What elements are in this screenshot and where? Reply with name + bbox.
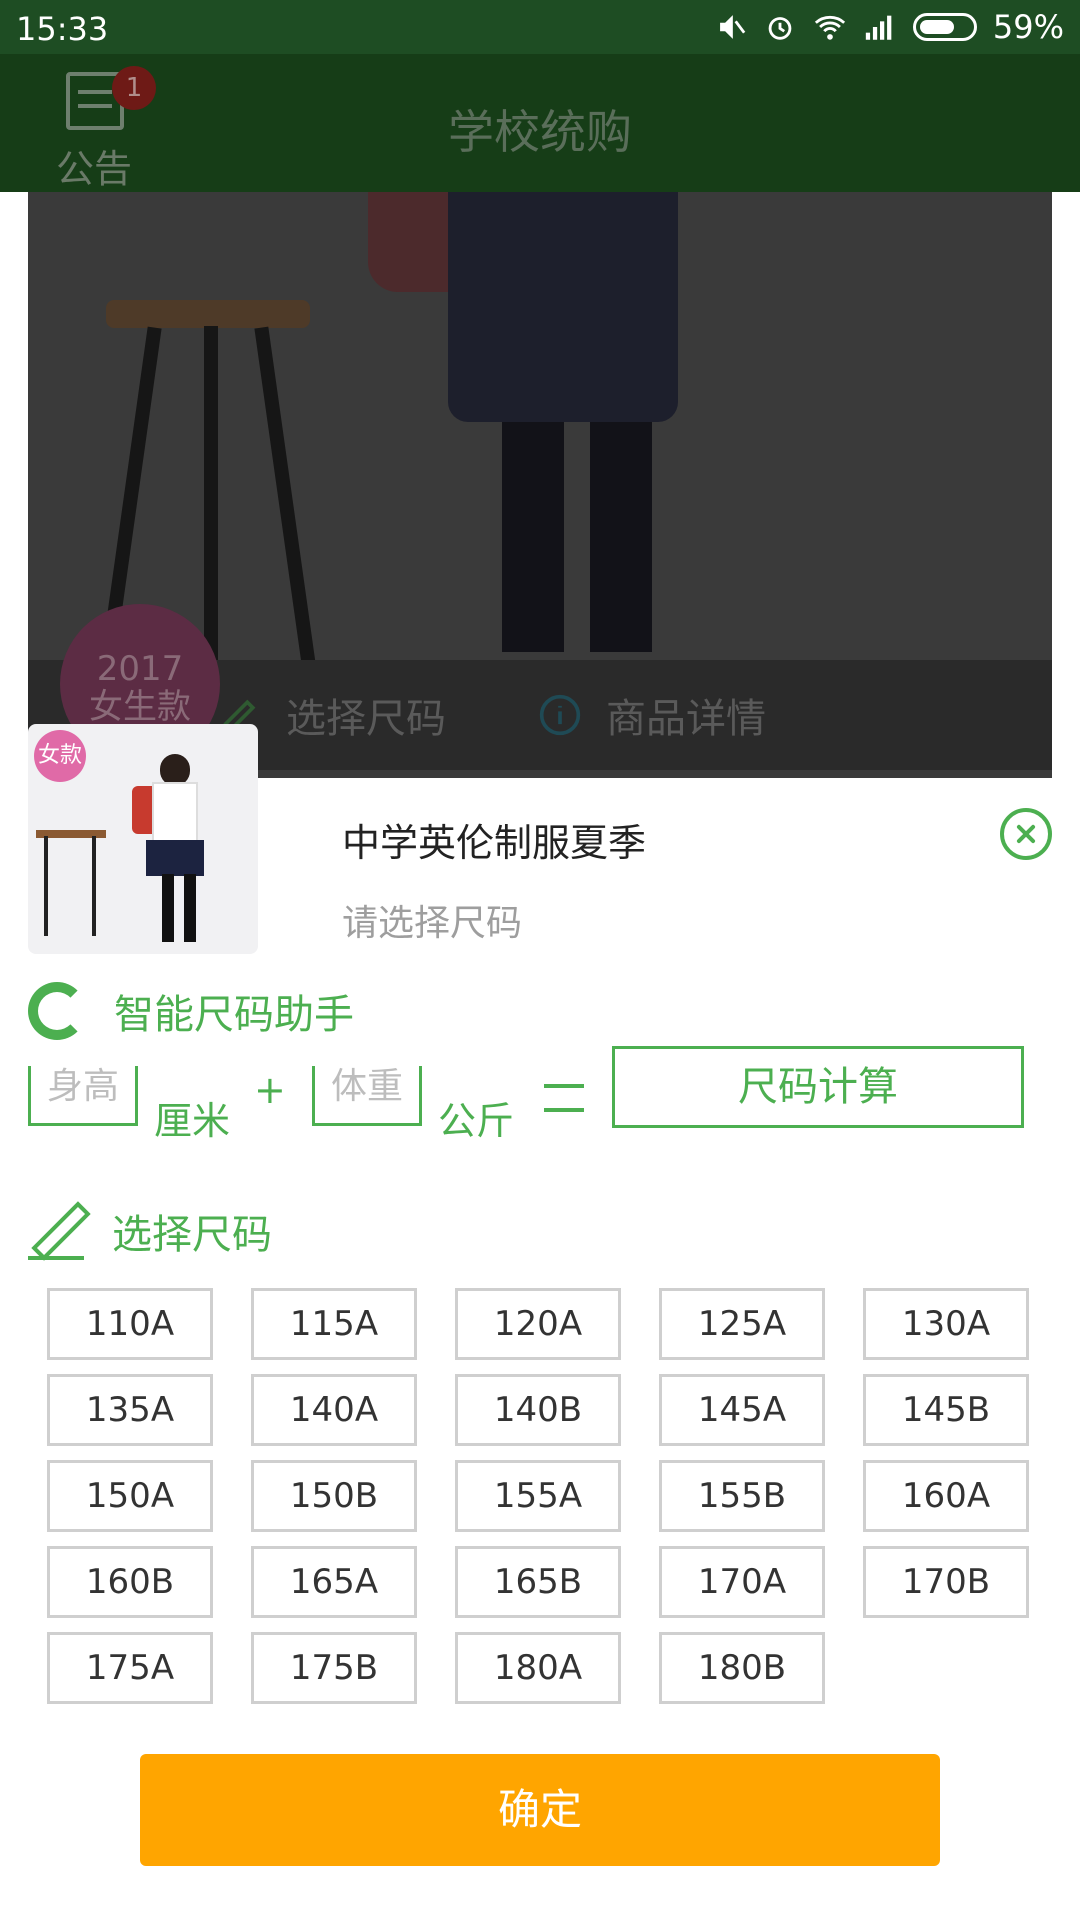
plus-sign: + (254, 1068, 286, 1112)
skirt (448, 192, 678, 422)
size-option-button[interactable]: 145B (863, 1374, 1029, 1446)
stool-leg (254, 326, 316, 666)
size-option-button[interactable]: 170B (863, 1546, 1029, 1618)
size-option-button[interactable]: 180B (659, 1632, 825, 1704)
select-size-title: 选择尺码 (112, 1212, 272, 1258)
product-subtitle: 请选择尺码 (342, 903, 523, 944)
signal-icon (865, 15, 892, 40)
size-option-button[interactable]: 160B (47, 1546, 213, 1618)
page-title: 学校统购 (448, 105, 632, 159)
size-option-button[interactable]: 130A (863, 1288, 1029, 1360)
size-option-button[interactable]: 150B (251, 1460, 417, 1532)
leg (590, 422, 652, 652)
stool-seat (106, 300, 310, 328)
size-option-button[interactable]: 180A (455, 1632, 621, 1704)
weight-unit: 公斤 (438, 1099, 515, 1143)
thumb-girl-leg (162, 874, 174, 942)
size-option-button[interactable]: 140B (455, 1374, 621, 1446)
size-option-button[interactable]: 120A (455, 1288, 621, 1360)
select-size-header: 选择尺码 (28, 1201, 272, 1261)
status-icons: 59% (713, 8, 1064, 46)
size-assistant-title: 智能尺码助手 (114, 992, 354, 1038)
app-bar: 1 公告 学校统购 (0, 54, 1080, 192)
ruler-icon (28, 1201, 91, 1261)
status-bar: 15:33 59% (0, 0, 1080, 54)
size-options-grid: 110A 115A 120A 125A 130A 135A 140A 140B 145A 145B… (47, 1288, 1037, 1704)
size-option-button[interactable]: 110A (47, 1288, 213, 1360)
size-option-button[interactable]: 165B (455, 1546, 621, 1618)
size-calculate-button[interactable]: 尺码计算 (612, 1046, 1024, 1128)
size-option-button[interactable]: 155B (659, 1460, 825, 1532)
weight-input[interactable] (315, 1066, 419, 1107)
product-thumbnail: 女款 (28, 724, 258, 954)
wifi-icon (814, 15, 845, 40)
thumb-girl-leg (184, 874, 196, 942)
size-option-button[interactable]: 175B (251, 1632, 417, 1704)
battery-icon (912, 13, 977, 41)
hero-details[interactable]: 商品详情 (538, 686, 766, 744)
leg (502, 422, 564, 652)
size-calculator: 厘米 + 公斤 尺码计算 (28, 1046, 1052, 1162)
product-title: 中学英伦制服夏季 (342, 821, 647, 865)
size-option-button[interactable]: 115A (251, 1288, 417, 1360)
thumb-girl-shirt (152, 782, 198, 842)
height-field-box (28, 1066, 138, 1126)
close-icon[interactable] (1000, 808, 1052, 860)
hero-select-size-label: 选择尺码 (286, 696, 446, 742)
size-option-button[interactable]: 155A (455, 1460, 621, 1532)
size-option-button[interactable]: 175A (47, 1632, 213, 1704)
status-time: 15:33 (16, 10, 109, 48)
size-assistant-header: 智能尺码助手 (28, 982, 354, 1040)
confirm-button[interactable]: 确定 (140, 1754, 940, 1866)
size-option-button[interactable]: 160A (863, 1460, 1029, 1532)
equals-icon (544, 1084, 584, 1112)
stamp-label: 女生款 (89, 687, 191, 727)
size-option-button[interactable]: 140A (251, 1374, 417, 1446)
size-option-button[interactable]: 150A (47, 1460, 213, 1532)
height-unit: 厘米 (154, 1099, 231, 1143)
size-picker-sheet: 女款 中学英伦制服夏季 请选择尺码 智能尺码助手 厘米 + 公斤 尺码计算 选择… (0, 724, 1080, 1920)
thumb-tag: 女款 (34, 730, 86, 782)
stamp-year: 2017 (96, 649, 184, 689)
info-icon (539, 694, 581, 736)
thumb-girl-skirt (146, 840, 204, 876)
hero-details-label: 商品详情 (606, 696, 766, 742)
height-input[interactable] (31, 1066, 135, 1107)
thumb-stool-leg (44, 836, 48, 936)
tape-measure-icon (28, 982, 86, 1040)
thumb-stool-leg (92, 836, 96, 936)
weight-field-box (312, 1066, 422, 1126)
stool-leg (204, 326, 218, 666)
battery-percent: 59% (992, 8, 1064, 46)
size-option-button[interactable]: 145A (659, 1374, 825, 1446)
size-option-button[interactable]: 125A (659, 1288, 825, 1360)
size-option-button[interactable]: 165A (251, 1546, 417, 1618)
size-option-button[interactable]: 135A (47, 1374, 213, 1446)
mute-icon (719, 15, 746, 39)
size-option-button[interactable]: 170A (659, 1546, 825, 1618)
alarm-icon (768, 17, 792, 40)
